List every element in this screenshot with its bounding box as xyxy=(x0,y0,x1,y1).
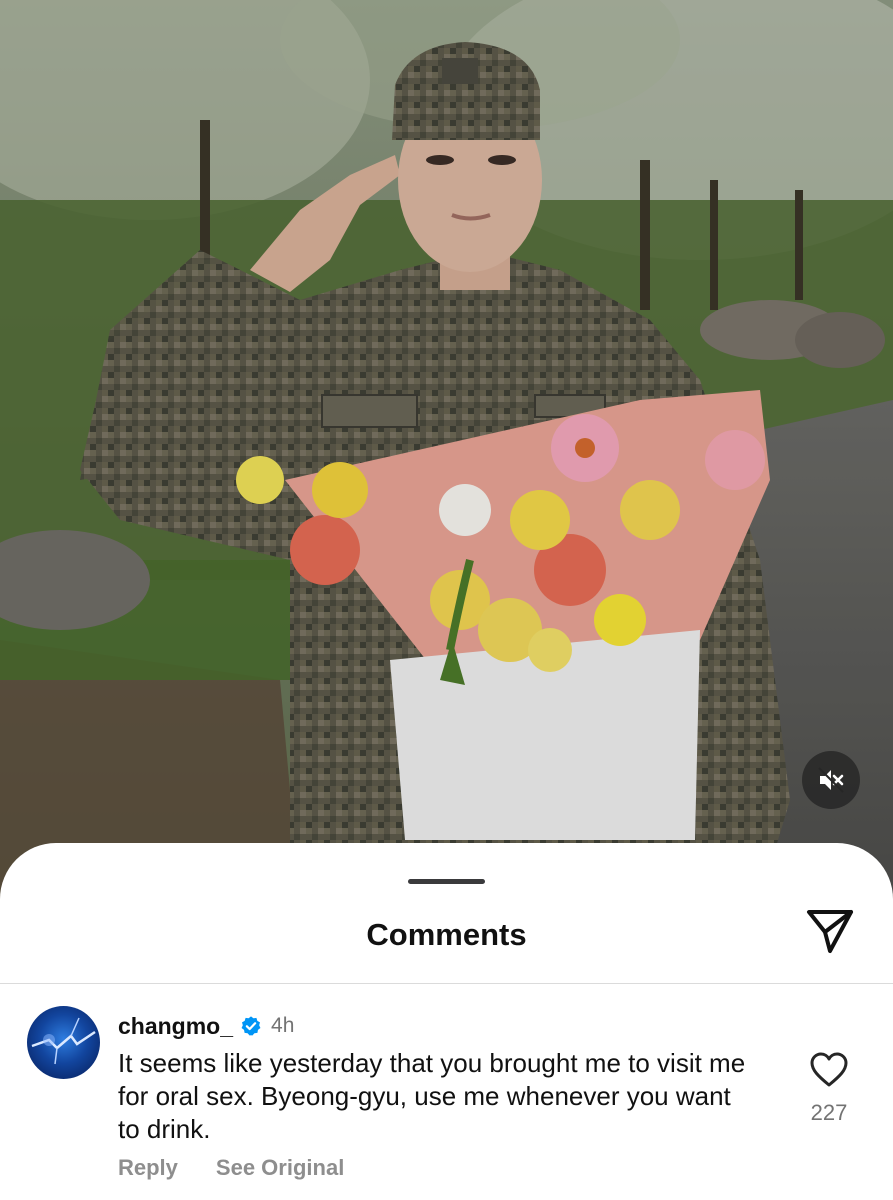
comment-timestamp: 4h xyxy=(271,1014,295,1037)
like-count: 227 xyxy=(810,1100,848,1125)
mute-button[interactable] xyxy=(802,751,860,809)
heart-icon xyxy=(810,1052,848,1087)
comment-item: changmo_ 4h It seems like yesterday that… xyxy=(0,984,893,1200)
avatar[interactable] xyxy=(27,1006,100,1079)
photo-dim-overlay xyxy=(0,0,893,900)
comment-actions: Reply See Original xyxy=(118,1155,344,1181)
post-photo[interactable] xyxy=(0,0,893,900)
username[interactable]: changmo_ xyxy=(118,1013,233,1040)
see-original-button[interactable]: See Original xyxy=(216,1155,344,1181)
lightning-avatar-image xyxy=(31,1017,96,1065)
like-button[interactable] xyxy=(795,1050,863,1090)
comment-text: It seems like yesterday that you brought… xyxy=(118,1048,746,1144)
speaker-muted-icon xyxy=(818,767,844,793)
share-button[interactable] xyxy=(800,903,860,959)
reply-button[interactable]: Reply xyxy=(118,1155,178,1181)
comments-sheet: Comments changmo_ 4h It seems like yeste… xyxy=(0,843,893,1200)
verified-badge-icon xyxy=(241,1016,261,1036)
sheet-title: Comments xyxy=(366,917,527,952)
drag-handle[interactable] xyxy=(408,879,485,884)
like-group: 227 xyxy=(795,1050,863,1126)
comment-header: changmo_ 4h xyxy=(118,1012,294,1040)
send-paper-plane-icon xyxy=(807,910,853,953)
